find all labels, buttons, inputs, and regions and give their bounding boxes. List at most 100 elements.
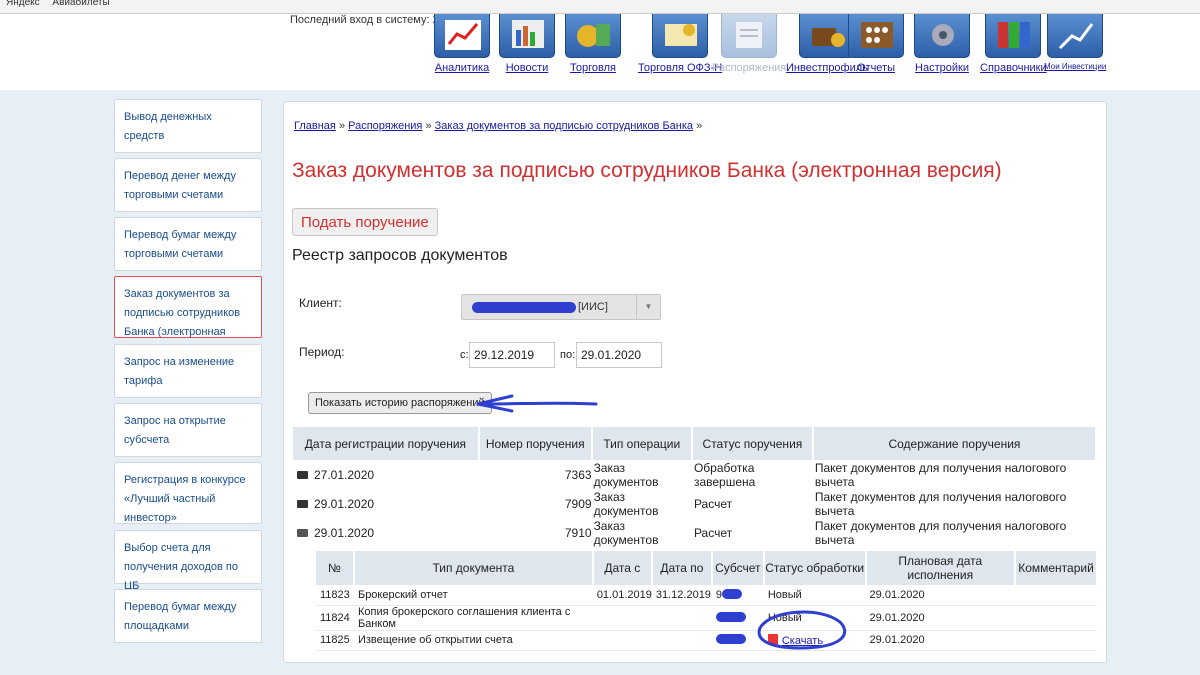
col-order-status: Статус поручения [691, 427, 814, 460]
doc-planned-date: 29.01.2020 [865, 630, 1015, 651]
show-history-button[interactable]: Показать историю распоряжений [308, 392, 492, 414]
col-reg-date: Дата регистрации поручения [293, 427, 480, 460]
order-date-cell[interactable]: 27.01.2020 [293, 460, 479, 489]
order-number-value: 7363 [564, 467, 592, 482]
doc-type: Копия брокерского соглашения клиента с Б… [353, 605, 593, 631]
sidebar-item-income-account[interactable]: Выбор счета для получения доходов по ЦБ [114, 530, 262, 592]
nav-news-label[interactable]: Новости [499, 62, 555, 74]
nav-reference[interactable]: Справочники [980, 14, 1047, 74]
redacted-mark [715, 634, 746, 644]
doc-subaccount [711, 630, 764, 651]
nav-trading-ofz[interactable]: Торговля ОФЗ-Н [638, 14, 722, 74]
nav-reports-label[interactable]: Отчеты [848, 62, 904, 74]
doc-num: 11823 [316, 585, 354, 606]
trading-icon [565, 14, 621, 58]
col-date-to: Дата по [651, 551, 713, 585]
doc-date-from [592, 605, 652, 631]
orders-header-row: Дата регистрации поручения Номер поручен… [293, 427, 1098, 460]
order-content: Пакет документов для получения налоговог… [814, 518, 1067, 547]
nav-trading[interactable]: Торговля [565, 14, 621, 74]
col-order-content: Содержание поручения [812, 427, 1098, 460]
nav-reports[interactable]: Отчеты [848, 14, 904, 74]
nav-news[interactable]: Новости [499, 14, 555, 74]
nav-settings[interactable]: Настройки [914, 14, 970, 74]
nav-orders-label[interactable]: Распоряжения [712, 62, 786, 74]
sidebar-item-tariff-change[interactable]: Запрос на изменение тарифа [114, 344, 262, 398]
order-date: 29.01.2020 [314, 525, 375, 540]
nav-trading-label[interactable]: Торговля [565, 62, 621, 74]
col-order-number: Номер поручения [478, 427, 593, 460]
bookmark-yandex[interactable]: Яндекс [6, 0, 40, 8]
sidebar-item-platform-transfer[interactable]: Перевод бумаг между площадками [114, 589, 262, 643]
breadcrumb-sep-1: » [338, 120, 346, 132]
pdf-icon[interactable] [767, 633, 778, 645]
doc-download-cell[interactable]: Скачать [763, 630, 866, 651]
folder-closed-icon[interactable] [297, 499, 308, 508]
last-login-text: Последний вход в систему: 28.01.2 [290, 14, 435, 26]
nav-trading-ofz-label[interactable]: Торговля ОФЗ-Н [638, 62, 722, 74]
orders-table: Дата регистрации поручения Номер поручен… [293, 427, 1098, 547]
download-link[interactable]: Скачать [782, 635, 823, 647]
client-select[interactable]: [ИИС] ▼ [461, 294, 661, 320]
nav-analytics-label[interactable]: Аналитика [434, 62, 490, 74]
doc-subaccount [711, 605, 764, 631]
doc-date-to [651, 630, 712, 651]
sidebar-item-subaccount[interactable]: Запрос на открытие субсчета [114, 403, 262, 457]
order-type: Заказ документов [593, 460, 659, 489]
order-date-cell[interactable]: 29.01.2020 [293, 489, 479, 518]
sidebar-item-money-transfer[interactable]: Перевод денег между торговыми счетами [114, 158, 262, 212]
nav-reference-label[interactable]: Справочники [980, 62, 1047, 74]
reports-icon [848, 14, 904, 58]
chart-icon [434, 14, 490, 58]
table-row[interactable]: 27.01.2020 7363 Заказ документов Обработ… [293, 460, 1096, 489]
doc-num: 11824 [316, 605, 354, 631]
col-processing-status: Статус обработки [763, 551, 867, 585]
bookmark-avia[interactable]: Авиабилеты [52, 0, 109, 8]
browser-bookmarks-bar: Яндекс Авиабилеты [0, 0, 1200, 14]
order-date-cell[interactable]: 29.01.2020 [293, 518, 479, 547]
sidebar-item-contest[interactable]: Регистрация в конкурсе «Лучший частный и… [114, 462, 262, 524]
table-row[interactable]: 29.01.2020 7910 Заказ документов Расчет … [293, 518, 1096, 547]
breadcrumb-orders[interactable]: Распоряжения [348, 120, 422, 132]
breadcrumb-current[interactable]: Заказ документов за подписью сотрудников… [435, 120, 693, 132]
table-row: 11823 Брокерский отчет 01.01.2019 31.12.… [316, 585, 1097, 606]
doc-type: Извещение об открытии счета [353, 630, 593, 651]
from-label: с: [460, 349, 469, 361]
order-date: 29.01.2020 [314, 496, 375, 511]
doc-type: Брокерский отчет [353, 585, 593, 606]
sidebar-item-document-order[interactable]: Заказ документов за подписью сотрудников… [114, 276, 262, 357]
order-number: 7910 [479, 518, 592, 547]
documents-table: № Тип документа Дата с Дата по Субсчет С… [316, 551, 1098, 651]
bonds-icon [652, 14, 709, 58]
nav-settings-label[interactable]: Настройки [914, 62, 970, 74]
col-comment: Комментарий [1015, 551, 1098, 585]
page-title: Заказ документов за подписью сотрудников… [292, 159, 1002, 182]
to-label: по: [560, 349, 576, 361]
order-content: Пакет документов для получения налоговог… [814, 460, 1067, 489]
date-from-input[interactable] [469, 342, 555, 368]
folder-open-icon[interactable] [297, 528, 308, 537]
nav-orders[interactable]: Распоряжения [712, 14, 786, 74]
nav-analytics[interactable]: Аналитика [434, 14, 490, 74]
date-to-input[interactable] [576, 342, 662, 368]
nav-my-investments-label[interactable]: Мои Инвестиции [1044, 62, 1106, 71]
col-doc-num: № [316, 551, 355, 585]
order-number-value: 7910 [564, 525, 592, 540]
table-row[interactable]: 29.01.2020 7909 Заказ документов Расчет … [293, 489, 1096, 518]
registry-title: Реестр запросов документов [292, 247, 508, 264]
submit-order-button[interactable]: Подать поручение [292, 208, 438, 236]
nav-my-investments[interactable]: Мои Инвестиции [1044, 14, 1106, 71]
breadcrumb-home[interactable]: Главная [294, 120, 336, 132]
sidebar-item-securities-transfer[interactable]: Перевод бумаг между торговыми счетами [114, 217, 262, 271]
doc-planned-date: 29.01.2020 [865, 585, 1015, 606]
doc-date-to [651, 605, 712, 631]
doc-date-to: 31.12.2019 [651, 585, 712, 606]
col-planned-date: Плановая дата исполнения [865, 551, 1017, 585]
order-status: Расчет [693, 525, 733, 540]
client-select-value: [ИИС] [578, 301, 608, 313]
doc-status: Новый [763, 585, 866, 606]
chevron-down-icon[interactable]: ▼ [636, 295, 660, 319]
doc-comment [1015, 630, 1097, 651]
sidebar-item-withdraw[interactable]: Вывод денежных средств [114, 99, 262, 153]
folder-closed-icon[interactable] [297, 470, 308, 479]
